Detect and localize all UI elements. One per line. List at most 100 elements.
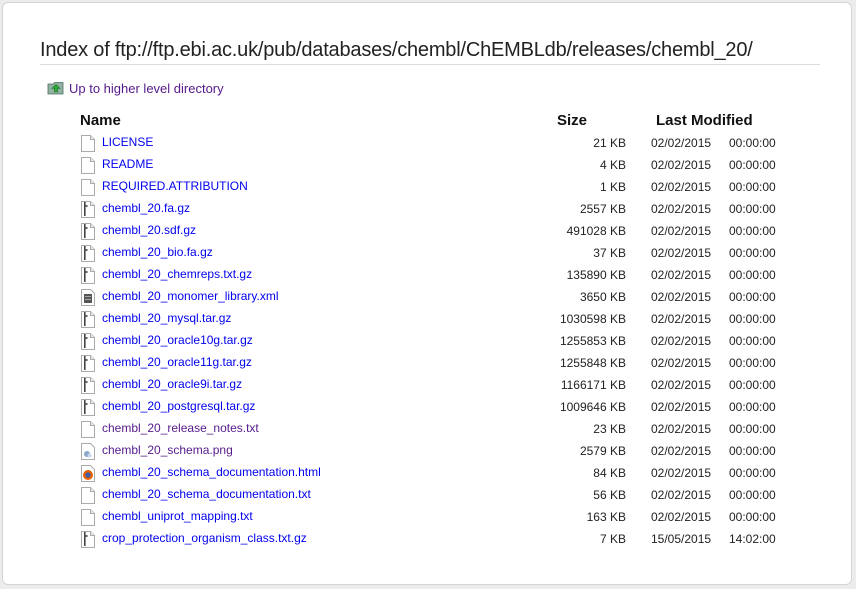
column-header-modified[interactable]: Last Modified (656, 112, 753, 129)
file-link[interactable]: chembl_20_postgresql.tar.gz (102, 399, 255, 413)
file-size: 37 KB (593, 246, 626, 260)
file-link[interactable]: LICENSE (102, 135, 153, 149)
file-date: 02/02/2015 (651, 378, 712, 392)
file-size: 1166171 KB (560, 378, 626, 392)
file-size: 163 KB (586, 510, 626, 524)
file-row: chembl_20_oracle10g.tar.gz 1255853 KB 02/0… (0, 329, 856, 351)
file-row: chembl_uniprot_mapping.txt 163 KB 02/02/20… (0, 505, 856, 527)
file-size: 491028 KB (566, 224, 626, 238)
file-row: chembl_20_monomer_library.xml 3650 KB 02/0… (0, 285, 856, 307)
file-row: chembl_20_oracle11g.tar.gz 1255848 KB 02/0… (0, 351, 856, 373)
file-link[interactable]: chembl_20_schema.png (102, 443, 233, 457)
file-time: 00:00:00 (729, 312, 776, 326)
file-time: 00:00:00 (729, 444, 776, 458)
file-time: 00:00:00 (729, 268, 776, 282)
file-date: 02/02/2015 (651, 158, 712, 172)
file-date: 02/02/2015 (651, 180, 712, 194)
file-time: 00:00:00 (729, 378, 776, 392)
file-date: 02/02/2015 (651, 488, 712, 502)
file-time: 00:00:00 (729, 224, 776, 238)
file-size: 1009646 KB (559, 400, 626, 414)
file-date: 02/02/2015 (651, 246, 712, 260)
up-directory-link[interactable]: Up to higher level directory (47, 79, 224, 97)
file-date: 02/02/2015 (651, 422, 712, 436)
file-link[interactable]: chembl_20_schema_documentation.txt (102, 487, 311, 501)
file-time: 00:00:00 (729, 400, 776, 414)
file-time: 00:00:00 (729, 290, 776, 304)
file-size: 23 KB (593, 422, 626, 436)
column-header-name[interactable]: Name (80, 112, 121, 129)
text-file-icon (81, 509, 95, 526)
file-date: 02/02/2015 (651, 224, 712, 238)
archive-file-icon (81, 267, 95, 284)
file-row: chembl_20_chemreps.txt.gz 135890 KB 02/02/… (0, 263, 856, 285)
html-file-icon (81, 465, 95, 482)
file-time: 00:00:00 (729, 158, 776, 172)
file-size: 1030598 KB (559, 312, 626, 326)
file-row: chembl_20_schema_documentation.html 84 KB… (0, 461, 856, 483)
file-size: 2579 KB (579, 444, 626, 458)
archive-file-icon (81, 531, 95, 548)
file-link[interactable]: chembl_20_mysql.tar.gz (102, 311, 231, 325)
file-link[interactable]: chembl_20.fa.gz (102, 201, 190, 215)
file-link[interactable]: crop_protection_organism_class.txt.gz (102, 531, 307, 545)
file-size: 2557 KB (579, 202, 626, 216)
file-link[interactable]: chembl_uniprot_mapping.txt (102, 509, 253, 523)
text-file-icon (81, 135, 95, 152)
file-list: LICENSE 21 KB 02/02/2015 00:00:00 README 4 KB… (0, 131, 856, 549)
page-title: Index of ftp://ftp.ebi.ac.uk/pub/databas… (40, 39, 753, 61)
file-link[interactable]: chembl_20.sdf.gz (102, 223, 196, 237)
file-row: chembl_20_schema_documentation.txt 56 KB 0… (0, 483, 856, 505)
file-row: REQUIRED.ATTRIBUTION 1 KB 02/02/2015 00:00:… (0, 175, 856, 197)
file-date: 02/02/2015 (651, 356, 712, 370)
file-time: 00:00:00 (729, 488, 776, 502)
file-link[interactable]: chembl_20_oracle11g.tar.gz (102, 355, 252, 369)
archive-file-icon (81, 355, 95, 372)
file-size: 56 KB (593, 488, 626, 502)
archive-file-icon (81, 201, 95, 218)
archive-file-icon (81, 311, 95, 328)
file-row: chembl_20_release_notes.txt 23 KB 02/02/20… (0, 417, 856, 439)
xml-file-icon (81, 289, 95, 306)
text-file-icon (81, 421, 95, 438)
archive-file-icon (81, 399, 95, 416)
file-link[interactable]: chembl_20_release_notes.txt (102, 421, 259, 435)
file-date: 02/02/2015 (651, 334, 712, 348)
file-row: crop_protection_organism_class.txt.gz 7 K… (0, 527, 856, 549)
file-link[interactable]: chembl_20_chemreps.txt.gz (102, 267, 252, 281)
file-row: chembl_20_mysql.tar.gz 1030598 KB 02/02/20… (0, 307, 856, 329)
file-row: chembl_20_oracle9i.tar.gz 1166171 KB 02/02… (0, 373, 856, 395)
file-size: 84 KB (593, 466, 626, 480)
file-link[interactable]: chembl_20_oracle10g.tar.gz (102, 333, 253, 347)
file-row: LICENSE 21 KB 02/02/2015 00:00:00 (0, 131, 856, 153)
file-size: 1255848 KB (559, 356, 626, 370)
file-size: 3650 KB (579, 290, 626, 304)
file-row: README 4 KB 02/02/2015 00:00:00 (0, 153, 856, 175)
file-date: 02/02/2015 (651, 202, 712, 216)
file-row: chembl_20_bio.fa.gz 37 KB 02/02/2015 00:00:… (0, 241, 856, 263)
file-time: 00:00:00 (729, 466, 776, 480)
file-link[interactable]: chembl_20_schema_documentation.html (102, 465, 321, 479)
file-link[interactable]: README (102, 157, 153, 171)
file-date: 02/02/2015 (651, 510, 712, 524)
column-header-size[interactable]: Size (557, 112, 587, 129)
file-link[interactable]: chembl_20_oracle9i.tar.gz (102, 377, 242, 391)
image-file-icon (81, 443, 95, 460)
archive-file-icon (81, 223, 95, 240)
file-row: chembl_20_schema.png 2579 KB 02/02/2015 00:… (0, 439, 856, 461)
file-time: 14:02:00 (729, 532, 776, 546)
file-size: 1 KB (599, 180, 626, 194)
file-time: 00:00:00 (729, 422, 776, 436)
text-file-icon (81, 487, 95, 504)
file-link[interactable]: chembl_20_bio.fa.gz (102, 245, 213, 259)
file-date: 02/02/2015 (651, 444, 712, 458)
file-row: chembl_20.fa.gz 2557 KB 02/02/2015 00:00:00 (0, 197, 856, 219)
file-time: 00:00:00 (729, 180, 776, 194)
file-size: 21 KB (593, 136, 626, 150)
file-link[interactable]: REQUIRED.ATTRIBUTION (102, 179, 248, 193)
file-time: 00:00:00 (729, 136, 776, 150)
title-divider (40, 64, 820, 65)
up-directory-label[interactable]: Up to higher level directory (69, 81, 224, 96)
file-row: chembl_20_postgresql.tar.gz 1009646 KB 02/… (0, 395, 856, 417)
file-link[interactable]: chembl_20_monomer_library.xml (102, 289, 279, 303)
